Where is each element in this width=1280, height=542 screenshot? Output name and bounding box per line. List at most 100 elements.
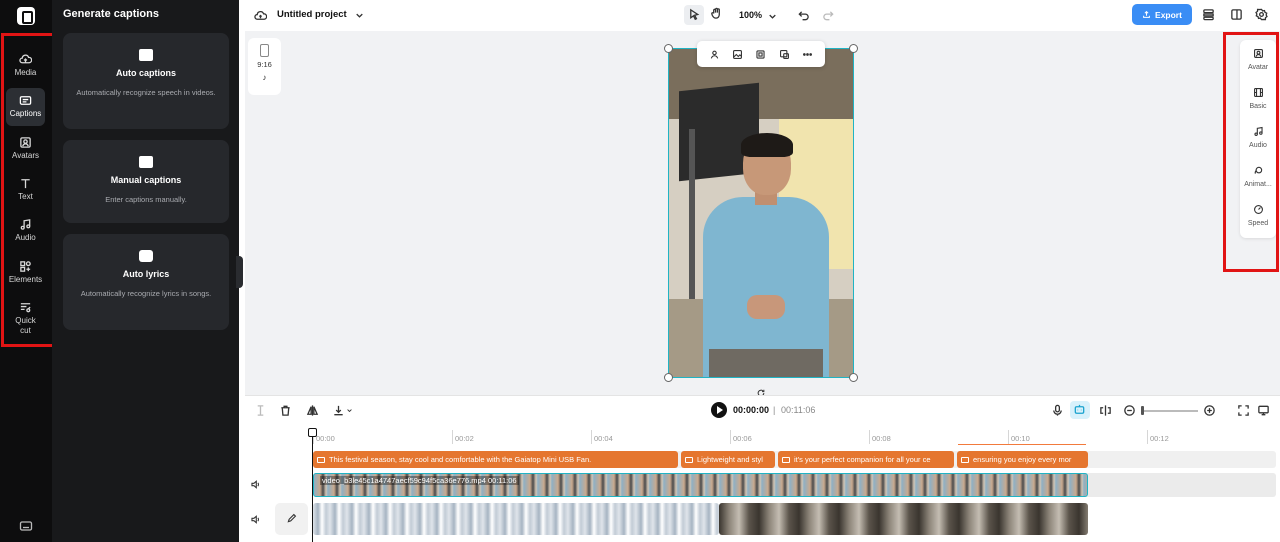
manual-captions-card[interactable]: Manual captions Enter captions manually.: [63, 140, 229, 223]
rail-item-audio[interactable]: Audio: [6, 212, 45, 250]
timeline-zoom-knob[interactable]: [1141, 406, 1144, 415]
aspect-ratio-selector[interactable]: 9:16 ♪: [248, 38, 281, 95]
rail-item-label: Text: [18, 192, 33, 201]
cc-icon: [139, 49, 153, 61]
card-title: Auto captions: [116, 68, 176, 78]
caption-segment[interactable]: it's your perfect companion for all your…: [778, 451, 954, 468]
rail-item-label: Audio: [15, 233, 36, 242]
speed-icon: [1253, 205, 1263, 214]
split-layout-icon[interactable]: [1230, 8, 1243, 24]
replace-media-icon[interactable]: [779, 49, 790, 60]
speaker-icon[interactable]: [250, 479, 261, 493]
right-item-animation[interactable]: Animat...: [1240, 165, 1276, 188]
caption-text: Lightweight and styl: [697, 455, 763, 464]
resize-handle-bottom-left[interactable]: [664, 373, 673, 382]
cloud-save-icon[interactable]: [254, 9, 268, 25]
music-note-icon: [20, 219, 31, 230]
caption-icon: [685, 457, 693, 463]
rail-item-captions[interactable]: Captions: [6, 88, 45, 126]
caption-text: This festival season, stay cool and comf…: [329, 455, 592, 464]
avatar-icon: [1253, 49, 1263, 58]
resize-handle-bottom-right[interactable]: [849, 373, 858, 382]
caption-segment[interactable]: This festival season, stay cool and comf…: [313, 451, 678, 468]
caption-segment[interactable]: Lightweight and styl: [681, 451, 775, 468]
select-tool-button[interactable]: [684, 5, 704, 25]
layers-icon[interactable]: [1202, 8, 1215, 24]
split-cursor-icon[interactable]: [254, 404, 267, 420]
remove-background-icon[interactable]: [709, 49, 720, 60]
resize-handle-top-left[interactable]: [664, 44, 673, 53]
zoom-level[interactable]: 100%: [739, 10, 762, 20]
zoom-out-icon[interactable]: [1123, 404, 1136, 420]
right-item-label: Animat...: [1244, 181, 1272, 188]
zoom-in-icon[interactable]: [1203, 404, 1216, 420]
chevron-down-icon[interactable]: [345, 404, 354, 418]
playhead[interactable]: [312, 432, 313, 542]
microphone-icon[interactable]: [1051, 404, 1064, 420]
overlay-clip-2[interactable]: [719, 503, 1088, 535]
download-icon[interactable]: [332, 404, 345, 420]
rail-item-media[interactable]: Media: [6, 47, 45, 85]
robot-icon: [1074, 404, 1085, 414]
right-item-label: Speed: [1247, 220, 1269, 227]
rail-item-text[interactable]: Text: [6, 171, 45, 209]
add-image-icon[interactable]: [732, 49, 743, 60]
chevron-down-icon[interactable]: [353, 9, 366, 25]
ruler-label: 00:00: [316, 434, 335, 443]
ruler-label: 00:04: [594, 434, 613, 443]
resize-handle-top-right[interactable]: [849, 44, 858, 53]
time-separator: |: [773, 405, 776, 415]
ruler-tick: [1147, 430, 1148, 444]
card-description: Automatically recognize lyrics in songs.: [80, 289, 212, 298]
caption-text: ensuring you enjoy every mor: [973, 455, 1072, 464]
ruler-tick: [591, 430, 592, 444]
fit-to-screen-icon[interactable]: [1237, 404, 1250, 420]
export-label: Export: [1155, 9, 1182, 20]
ai-assist-button[interactable]: [1070, 401, 1090, 419]
rail-item-label: Media: [14, 68, 37, 77]
play-button[interactable]: [711, 402, 727, 418]
timeline-zoom-slider[interactable]: [1142, 410, 1198, 412]
rail-item-avatars[interactable]: Avatars: [6, 130, 45, 168]
rail-item-label: Captions: [9, 109, 42, 118]
settings-gear-icon[interactable]: [1255, 8, 1268, 24]
more-options-icon[interactable]: [802, 49, 813, 60]
ruler-label: 00:08: [872, 434, 891, 443]
edit-track-button[interactable]: [275, 503, 308, 535]
mirror-icon[interactable]: [306, 404, 319, 420]
right-item-basic[interactable]: Basic: [1240, 87, 1276, 110]
right-item-avatar[interactable]: Avatar: [1240, 48, 1276, 71]
panel-collapse-handle[interactable]: [236, 256, 243, 288]
playhead-handle[interactable]: [308, 428, 317, 437]
auto-lyrics-card[interactable]: Auto lyrics Automatically recognize lyri…: [63, 234, 229, 330]
app-logo-icon[interactable]: [17, 7, 35, 25]
chevron-down-icon[interactable]: [766, 10, 779, 26]
caption-segment[interactable]: ensuring you enjoy every mor: [957, 451, 1088, 468]
right-item-audio[interactable]: Audio: [1240, 126, 1276, 149]
overlay-clip-1[interactable]: [313, 503, 719, 535]
crop-icon[interactable]: [755, 49, 766, 60]
rail-item-label: Quick cut: [15, 316, 36, 335]
rail-item-label: Elements: [8, 275, 43, 284]
phone-icon: [260, 44, 269, 57]
monitor-icon[interactable]: [1257, 404, 1270, 420]
redo-icon[interactable]: [822, 9, 835, 25]
right-item-speed[interactable]: Speed: [1240, 204, 1276, 227]
rail-item-elements[interactable]: Elements: [6, 254, 45, 292]
ruler-tick: [452, 430, 453, 444]
rail-item-quick-cut[interactable]: Quick cut: [6, 295, 45, 339]
auto-captions-card[interactable]: Auto captions Automatically recognize sp…: [63, 33, 229, 129]
export-button[interactable]: Export: [1132, 4, 1192, 25]
project-title[interactable]: Untitled project: [277, 9, 347, 20]
undo-icon[interactable]: [797, 9, 810, 25]
right-item-label: Avatar: [1247, 64, 1269, 71]
video-person-pants: [709, 349, 823, 377]
hand-tool-button[interactable]: [710, 7, 723, 23]
speaker-icon[interactable]: [250, 514, 261, 528]
delete-icon[interactable]: [279, 404, 292, 420]
cloud-upload-icon: [19, 54, 32, 64]
split-clip-icon[interactable]: [1099, 404, 1112, 420]
video-preview[interactable]: [668, 48, 854, 378]
caption-range-marker: [958, 444, 1086, 445]
keyboard-shortcuts-icon[interactable]: [19, 519, 33, 533]
